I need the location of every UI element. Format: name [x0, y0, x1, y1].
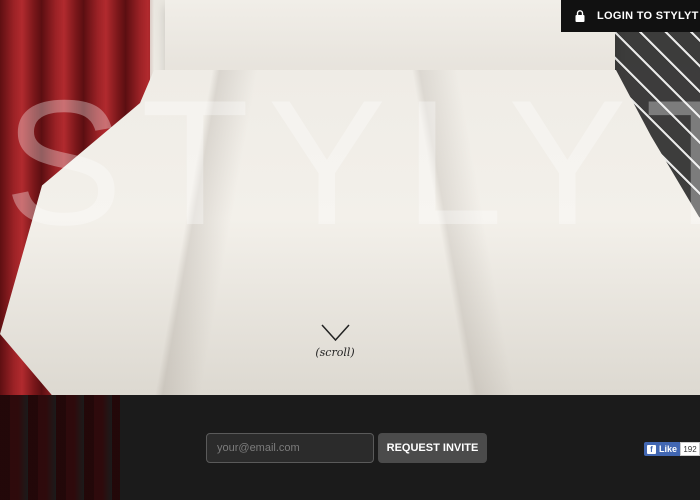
like-count: 192 [680, 442, 700, 456]
chevron-down-icon[interactable] [321, 324, 350, 342]
like-label: Like [659, 444, 678, 454]
lock-icon [575, 10, 585, 22]
login-button[interactable]: LOGIN TO STYLYT [561, 0, 700, 32]
signup-footer: REQUEST INVITE f Like 192 [0, 395, 700, 500]
footer-curtain-shade [0, 395, 120, 500]
hero-title: STYLYT [4, 63, 700, 262]
scroll-hint[interactable]: (scroll) [300, 346, 370, 359]
email-field[interactable] [206, 433, 374, 463]
request-invite-button[interactable]: REQUEST INVITE [378, 433, 487, 463]
facebook-icon: f [647, 444, 656, 454]
login-label: LOGIN TO STYLYT [597, 10, 699, 22]
facebook-like-button[interactable]: f Like [644, 442, 682, 456]
